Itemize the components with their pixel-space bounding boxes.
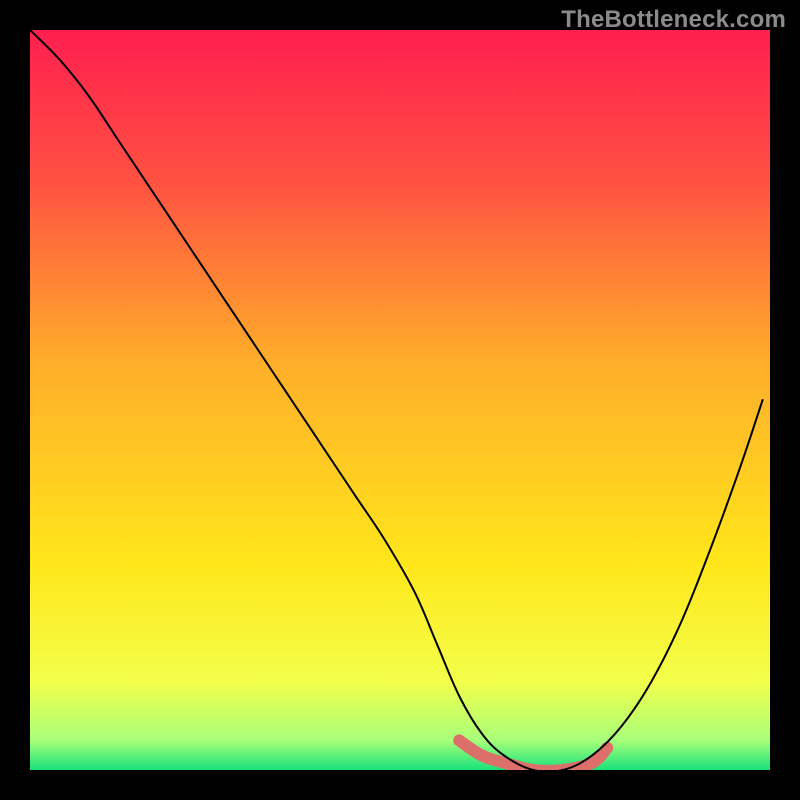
chart-svg [30, 30, 770, 770]
watermark-text: TheBottleneck.com [561, 6, 786, 34]
gradient-background [30, 30, 770, 770]
chart-stage: TheBottleneck.com [0, 0, 800, 800]
plot-area [30, 30, 770, 770]
